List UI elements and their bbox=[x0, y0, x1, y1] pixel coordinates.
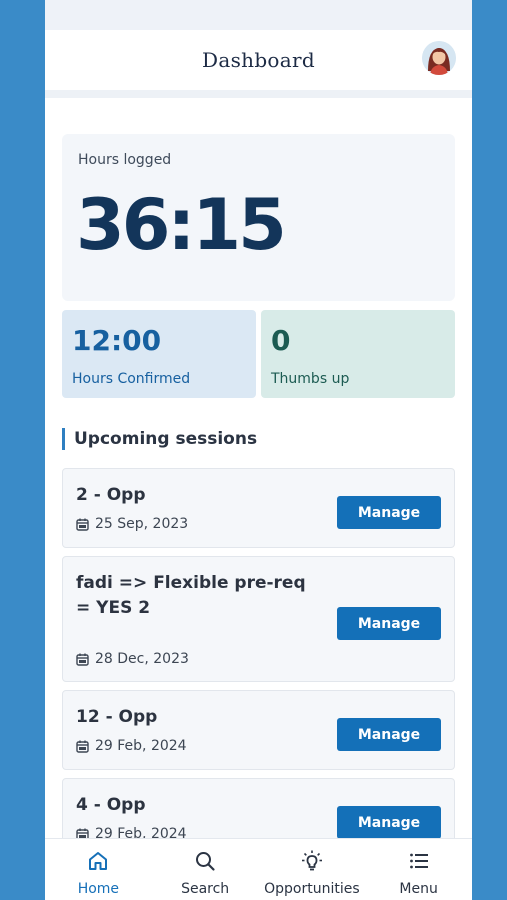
hours-confirmed-label: Hours Confirmed bbox=[72, 371, 191, 387]
session-date-text: 25 Sep, 2023 bbox=[95, 516, 189, 532]
hours-logged-label: Hours logged bbox=[78, 152, 172, 168]
header-divider bbox=[45, 90, 472, 98]
menu-icon bbox=[409, 853, 428, 869]
hours-confirmed-card: 12:00 Hours Confirmed bbox=[62, 310, 256, 398]
app-header: Dashboard bbox=[45, 30, 472, 90]
session-card[interactable]: 12 - Opp 29 Feb, 2024 Manage bbox=[62, 690, 455, 770]
session-title: 4 - Opp bbox=[76, 795, 146, 815]
session-card[interactable]: 2 - Opp 25 Sep, 2023 Manage bbox=[62, 468, 455, 548]
user-avatar-icon bbox=[422, 41, 456, 75]
lightbulb-icon bbox=[301, 850, 322, 871]
session-date: 29 Feb, 2024 bbox=[76, 826, 187, 838]
bottom-tab-bar: Home Search Opportunities Menu bbox=[45, 838, 472, 900]
status-bar bbox=[45, 0, 472, 30]
tab-home-label: Home bbox=[77, 881, 120, 897]
calendar-icon bbox=[76, 828, 89, 838]
dashboard-content[interactable]: Hours logged 36:15 12:00 Hours Confirmed… bbox=[45, 98, 472, 838]
thumbs-up-value: 0 bbox=[271, 324, 291, 357]
manage-button[interactable]: Manage bbox=[337, 718, 441, 751]
hours-logged-value: 36:15 bbox=[76, 184, 287, 266]
session-date-text: 29 Feb, 2024 bbox=[95, 826, 187, 838]
manage-button[interactable]: Manage bbox=[337, 496, 441, 529]
tab-home[interactable]: Home bbox=[45, 839, 152, 900]
session-date: 25 Sep, 2023 bbox=[76, 516, 188, 532]
manage-button[interactable]: Manage bbox=[337, 607, 441, 640]
session-date: 28 Dec, 2023 bbox=[76, 651, 189, 667]
calendar-icon bbox=[76, 518, 89, 531]
session-title: 2 - Opp bbox=[76, 485, 146, 505]
session-date-text: 29 Feb, 2024 bbox=[95, 738, 187, 754]
session-title: 12 - Opp bbox=[76, 707, 158, 727]
thumbs-up-card: 0 Thumbs up bbox=[261, 310, 455, 398]
session-title: fadi => Flexible pre-req = YES 2 bbox=[76, 573, 306, 618]
session-card[interactable]: fadi => Flexible pre-req = YES 2 28 Dec,… bbox=[62, 556, 455, 682]
manage-button[interactable]: Manage bbox=[337, 806, 441, 838]
session-date-text: 28 Dec, 2023 bbox=[95, 651, 189, 667]
search-icon bbox=[196, 852, 215, 871]
calendar-icon bbox=[76, 740, 89, 753]
tab-search[interactable]: Search bbox=[152, 839, 259, 900]
calendar-icon bbox=[76, 653, 89, 666]
page-title: Dashboard bbox=[202, 48, 315, 72]
phone-screen: Dashboard Hours logged 36:15 12:00 Hours… bbox=[45, 0, 472, 900]
tab-menu-label: Menu bbox=[399, 881, 438, 897]
thumbs-up-label: Thumbs up bbox=[271, 371, 350, 387]
tab-opportunities-label: Opportunities bbox=[264, 881, 360, 897]
home-icon bbox=[89, 852, 108, 870]
upcoming-sessions-heading: Upcoming sessions bbox=[62, 428, 257, 450]
tab-opportunities[interactable]: Opportunities bbox=[259, 839, 366, 900]
session-date: 29 Feb, 2024 bbox=[76, 738, 187, 754]
hours-logged-card: Hours logged 36:15 bbox=[62, 134, 455, 301]
session-card[interactable]: 4 - Opp 29 Feb, 2024 Manage bbox=[62, 778, 455, 838]
tab-search-label: Search bbox=[181, 881, 230, 897]
hours-confirmed-value: 12:00 bbox=[72, 324, 162, 357]
tab-menu[interactable]: Menu bbox=[365, 839, 472, 900]
avatar[interactable] bbox=[422, 41, 456, 75]
